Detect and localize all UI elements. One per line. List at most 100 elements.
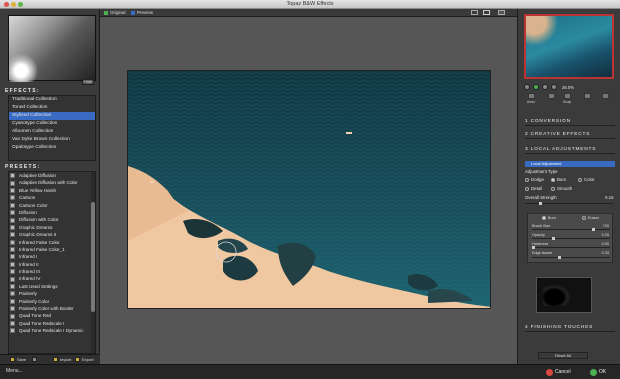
tab-original[interactable]: Original (104, 10, 126, 16)
section-creative-effects[interactable]: 2 CREATIVE EFFECTS (525, 132, 615, 139)
hardness-thumb[interactable] (532, 246, 535, 249)
zoom-in-icon[interactable] (542, 84, 548, 90)
preset-item[interactable]: Adaptive Diffusion (9, 172, 95, 179)
preset-label: Cartoon (19, 195, 36, 201)
preset-thumbnail-icon (10, 210, 15, 216)
overall-strength-slider[interactable] (525, 202, 613, 205)
preset-thumbnail-icon (10, 321, 15, 326)
save-button[interactable]: Save (10, 357, 26, 363)
collection-item[interactable]: Traditional Collection (9, 96, 95, 104)
view-tabs: Original Preview (100, 9, 517, 17)
snap-button[interactable]: Snap (559, 93, 575, 104)
local-adjustment-item[interactable]: Local Adjustment (525, 161, 615, 167)
collection-item[interactable]: Stylized Collection (9, 112, 95, 120)
save-icon (10, 357, 15, 362)
zoom-100-icon[interactable] (551, 84, 557, 90)
section-finishing-touches[interactable]: 4 FINISHING TOUCHES (525, 325, 615, 332)
compare-button[interactable] (579, 93, 595, 100)
preset-item[interactable]: Diffusion (9, 209, 95, 216)
cancel-button[interactable]: Cancel (546, 368, 571, 377)
preset-item[interactable]: Adaptive Diffusion with Color (9, 179, 95, 186)
eraser-label: Eraser (588, 216, 600, 220)
import-button[interactable]: Import (53, 357, 71, 363)
preset-item[interactable]: Graphic Dreams (9, 224, 95, 231)
info-button[interactable] (597, 93, 613, 100)
preset-thumbnail-icon (10, 239, 15, 245)
collection-item[interactable]: Van Dyke Brown Collection (9, 136, 95, 144)
fullscreen-view-icon[interactable] (498, 10, 505, 15)
preset-item[interactable]: Cartoon Color (9, 202, 95, 209)
preset-item[interactable]: Quad Tone Redscale I (9, 320, 95, 327)
preset-item[interactable]: Diffusion with Color (9, 216, 95, 223)
navigator-thumbnail[interactable] (524, 14, 614, 79)
export-button[interactable]: Export (75, 357, 94, 363)
preset-thumbnail-icon (10, 232, 15, 238)
overall-strength-thumb[interactable] (539, 202, 542, 205)
preset-thumbnail-icon (10, 291, 15, 297)
preset-item[interactable]: Infrared False Color_1 (9, 246, 95, 253)
preset-thumbnail-icon (10, 306, 15, 312)
preset-item[interactable]: Quad Tone Red (9, 312, 95, 319)
opacity-label: Opacity (532, 233, 545, 237)
preset-item[interactable]: Cartoon (9, 194, 95, 201)
preset-item[interactable]: Infrared False Color (9, 239, 95, 246)
presets-heading: PRESETS: (5, 164, 41, 170)
presets-scroll-thumb[interactable] (91, 202, 95, 312)
ok-button[interactable]: OK (590, 368, 606, 377)
preset-thumbnail-icon (10, 173, 15, 179)
redo-button[interactable] (543, 93, 559, 100)
preset-item[interactable]: Infrared II (9, 261, 95, 268)
preset-label: Quad Tone Red (19, 313, 52, 319)
eraser-button[interactable]: Eraser (582, 216, 599, 220)
section-local-adjustments[interactable]: 3 LOCAL ADJUSTMENTS (525, 147, 615, 154)
collection-item[interactable]: Opalotype Collection (9, 144, 95, 152)
preset-thumbnail-icon (10, 217, 15, 223)
folder-button[interactable] (32, 357, 39, 363)
menu-button[interactable]: Menu... (6, 368, 23, 374)
preset-item[interactable]: Infrared III (9, 268, 95, 275)
left-panel: Hide EFFECTS: Traditional Collection Tone… (0, 9, 100, 364)
collection-item[interactable]: Cyanotype Collection (9, 120, 95, 128)
undo-button[interactable]: Undo (523, 93, 539, 104)
preset-item[interactable]: Quad Tone Redscale I Dynamic (9, 327, 95, 334)
presets-scrollbar[interactable] (91, 172, 95, 353)
color-radio[interactable]: Color (578, 177, 595, 182)
preset-item[interactable]: Painterly Color (9, 298, 95, 305)
preset-item[interactable]: Blue Yellow Harsh (9, 187, 95, 194)
reset-all-button[interactable]: Reset All (538, 352, 588, 359)
preset-item[interactable]: Infrared I (9, 253, 95, 260)
preset-item[interactable]: Last Used Settings (9, 283, 95, 290)
dodge-label: Dodge (531, 177, 544, 182)
split-view-icon[interactable] (483, 10, 490, 15)
burn-radio-icon (551, 177, 555, 182)
opacity-slider[interactable] (532, 237, 610, 240)
burn-radio[interactable]: Burn (551, 177, 566, 182)
zoom-controls: 26.0% (524, 83, 574, 91)
smooth-radio[interactable]: Smooth (551, 186, 572, 191)
brush-size-slider[interactable] (532, 228, 610, 231)
edge-aware-slider[interactable] (532, 256, 610, 259)
left-bottom-bar: Save Import Export (0, 354, 100, 364)
dodge-radio[interactable]: Dodge (525, 177, 544, 182)
collection-item[interactable]: Albumen Collection (9, 128, 95, 136)
section-conversion[interactable]: 1 CONVERSION (525, 119, 615, 126)
photo-preview[interactable] (127, 70, 491, 309)
preset-item[interactable]: Painterly Color with Border (9, 305, 95, 312)
detail-radio[interactable]: Detail (525, 186, 542, 191)
zoom-out-icon[interactable] (524, 84, 530, 90)
collection-item[interactable]: Toned Collection (9, 104, 95, 112)
preset-item[interactable]: Infrared IV (9, 275, 95, 282)
preset-item[interactable]: Graphic Dreams II (9, 231, 95, 238)
smooth-radio-icon (551, 186, 555, 191)
single-view-icon[interactable] (471, 10, 478, 15)
preset-thumbnail-icon (10, 276, 15, 282)
hide-button[interactable]: Hide (82, 79, 94, 85)
zoom-fit-icon[interactable] (533, 84, 539, 90)
edge-aware-thumb[interactable] (558, 256, 561, 259)
brush-size-thumb[interactable] (592, 228, 595, 231)
opacity-thumb[interactable] (552, 237, 555, 240)
burn-brush-button[interactable]: Burn (542, 216, 556, 220)
hardness-slider[interactable] (532, 246, 610, 249)
tab-preview[interactable]: Preview (131, 10, 153, 16)
preset-item[interactable]: Painterly (9, 290, 95, 297)
